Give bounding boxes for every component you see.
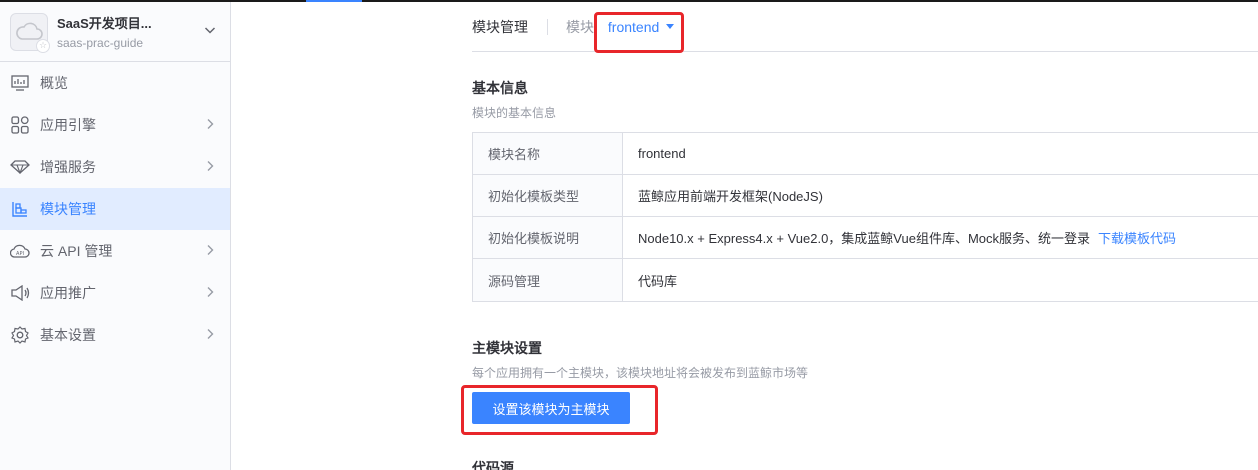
module-label: 模块: xyxy=(566,18,598,35)
table-value: frontend xyxy=(638,146,686,161)
table-key: 模块名称 xyxy=(473,133,623,174)
chevron-down-icon[interactable] xyxy=(204,24,216,36)
header-divider xyxy=(547,18,548,35)
table-value: 蓝鲸应用前端开发框架(NodeJS) xyxy=(638,189,823,204)
module-icon xyxy=(10,199,30,219)
chevron-right-icon xyxy=(207,329,214,339)
module-select[interactable]: frontend xyxy=(607,18,675,35)
enhanced-service-icon xyxy=(10,157,30,177)
chevron-right-icon xyxy=(207,161,214,171)
chevron-right-icon xyxy=(207,287,214,297)
section-desc: 每个应用拥有一个主模块，该模块地址将会被发布到蓝鲸市场等 xyxy=(472,366,809,380)
sidebar-item-label: 云 API 管理 xyxy=(40,243,113,259)
sidebar-item-label: 增强服务 xyxy=(40,159,96,175)
section-title: 主模块设置 xyxy=(472,340,542,356)
sidebar-item-app-engine[interactable]: 应用引擎 xyxy=(0,104,230,146)
table-key: 初始化模板类型 xyxy=(473,175,623,216)
module-select-value: frontend xyxy=(607,18,660,35)
sidebar-item-label: 应用引擎 xyxy=(40,117,96,133)
app-engine-icon xyxy=(10,115,30,135)
top-tab-indicator xyxy=(306,0,362,2)
cloud-icon xyxy=(16,22,43,40)
promotion-icon xyxy=(10,283,30,303)
set-main-module-button[interactable]: 设置该模块为主模块 xyxy=(472,392,630,424)
page-header: 模块管理 模块: frontend xyxy=(472,2,1258,52)
sidebar-item-label: 模块管理 xyxy=(40,201,96,217)
table-value: 代码库 xyxy=(638,273,678,289)
table-row: 初始化模板说明 Node10.x + Express4.x + Vue2.0，集… xyxy=(473,217,1258,259)
download-template-link[interactable]: 下载模板代码 xyxy=(1098,228,1176,247)
chevron-right-icon xyxy=(207,119,214,129)
sidebar-item-promotion[interactable]: 应用推广 xyxy=(0,272,230,314)
chevron-right-icon xyxy=(207,245,214,255)
sidebar-item-cloud-api[interactable]: API 云 API 管理 xyxy=(0,230,230,272)
table-key: 源码管理 xyxy=(473,259,623,301)
sidebar-item-label: 基本设置 xyxy=(40,327,96,343)
caret-down-icon xyxy=(666,24,675,29)
table-value: Node10.x + Express4.x + Vue2.0，集成蓝鲸Vue组件… xyxy=(623,217,1258,258)
basic-info-table: 模块名称 frontend 初始化模板类型 蓝鲸应用前端开发框架(NodeJS)… xyxy=(472,132,1258,302)
overview-icon xyxy=(10,73,30,93)
main-module-section: 主模块设置 每个应用拥有一个主模块，该模块地址将会被发布到蓝鲸市场等 xyxy=(472,338,808,381)
sidebar-item-basic-settings[interactable]: 基本设置 xyxy=(0,314,230,356)
app-logo: ☆ xyxy=(10,12,50,53)
table-row: 初始化模板类型 蓝鲸应用前端开发框架(NodeJS) xyxy=(473,175,1258,217)
sidebar-item-label: 应用推广 xyxy=(40,285,96,301)
app-switcher[interactable]: ☆ SaaS开发项目... saas-prac-guide xyxy=(0,2,230,62)
basic-info-section: 基本信息 模块的基本信息 xyxy=(472,78,556,121)
source-section: 代码源 xyxy=(472,458,514,470)
section-title: 基本信息 xyxy=(472,80,528,96)
sidebar-item-module-management[interactable]: 模块管理 xyxy=(0,188,230,230)
template-description: Node10.x + Express4.x + Vue2.0，集成蓝鲸Vue组件… xyxy=(638,231,1091,246)
gear-icon xyxy=(10,325,30,345)
sidebar: ☆ SaaS开发项目... saas-prac-guide 概览 应用引擎 增强… xyxy=(0,2,231,470)
svg-text:API: API xyxy=(16,251,24,257)
table-row: 源码管理 代码库 xyxy=(473,259,1258,301)
section-title: 代码源 xyxy=(472,460,514,470)
cloud-api-icon: API xyxy=(10,241,30,261)
page-title: 模块管理 xyxy=(472,18,528,35)
sidebar-item-enhanced-services[interactable]: 增强服务 xyxy=(0,146,230,188)
app-name: SaaS开发项目... xyxy=(57,16,152,31)
sidebar-item-overview[interactable]: 概览 xyxy=(0,62,230,104)
app-code: saas-prac-guide xyxy=(57,36,144,50)
table-row: 模块名称 frontend xyxy=(473,133,1258,175)
section-desc: 模块的基本信息 xyxy=(472,106,557,120)
favorite-star-icon[interactable]: ☆ xyxy=(36,38,50,53)
main-content: 模块管理 模块: frontend 基本信息 模块的基本信息 模块名称 fron… xyxy=(472,2,1258,470)
table-key: 初始化模板说明 xyxy=(473,217,623,258)
sidebar-item-label: 概览 xyxy=(40,75,68,91)
sidebar-nav: 概览 应用引擎 增强服务 模块管理 API 云 API 管理 应用推广 基本设置 xyxy=(0,62,230,356)
